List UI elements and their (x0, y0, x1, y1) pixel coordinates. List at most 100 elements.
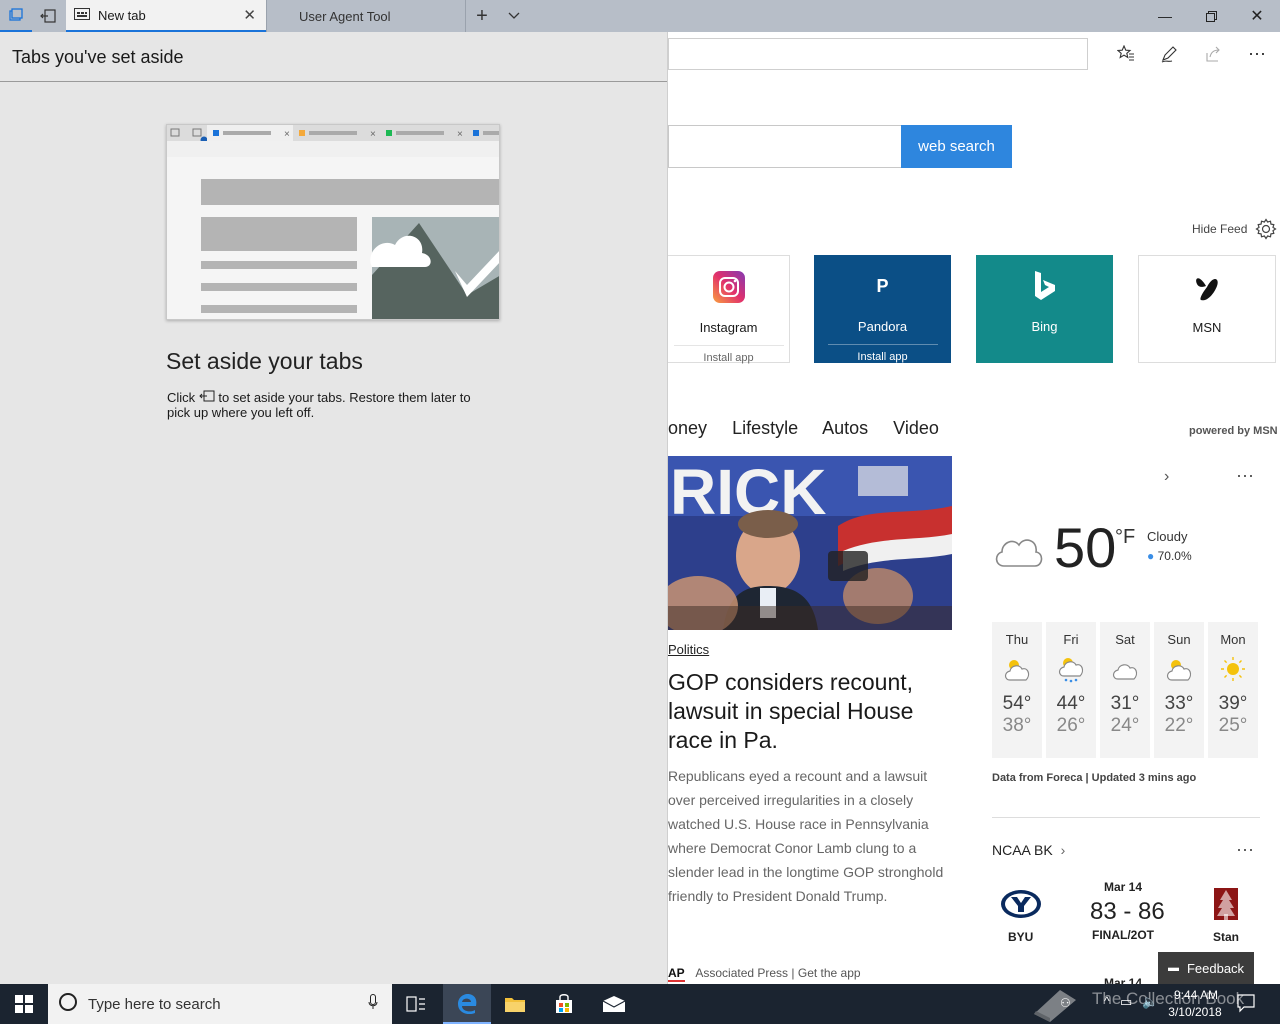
share-icon[interactable] (1196, 40, 1230, 68)
notifications-icon[interactable] (1236, 992, 1256, 1019)
humidity: ● 70.0% (1147, 549, 1192, 563)
tab-new-tab[interactable]: New tab ✕ (66, 0, 266, 32)
divider (992, 817, 1260, 818)
forecast-low: 26° (1056, 715, 1086, 736)
forecast-day: Mon 39° 25° (1208, 622, 1258, 758)
people-icon[interactable]: ⚇ (1060, 996, 1071, 1010)
tile-name: Pandora (857, 319, 908, 334)
forecast-low: 25° (1218, 715, 1248, 736)
forecast-high: 39° (1218, 693, 1248, 714)
windows-start-icon[interactable] (0, 984, 48, 1024)
edge-icon[interactable] (443, 984, 491, 1024)
bing-icon (1033, 271, 1057, 301)
forecast-high: 33° (1164, 693, 1194, 714)
hide-feed-link[interactable]: Hide Feed (1192, 222, 1247, 236)
tile-name: Bing (1031, 319, 1058, 334)
taskbar: Type here to search The Collection Book … (0, 984, 1280, 1024)
tab-user-agent-tool[interactable]: User Agent Tool (266, 0, 466, 32)
new-tab-page-icon (74, 7, 90, 23)
microphone-icon[interactable] (368, 994, 378, 1014)
category-lifestyle[interactable]: Lifestyle (732, 418, 798, 438)
pen-icon[interactable] (1152, 40, 1186, 68)
tab-label: New tab (98, 7, 146, 23)
close-window-button[interactable]: ✕ (1234, 0, 1280, 32)
more-options-icon[interactable]: ⋯ (1240, 40, 1274, 68)
game-date: Mar 14 (1104, 880, 1143, 894)
chevron-right-icon[interactable]: › (1164, 468, 1169, 486)
favorites-icon[interactable] (1109, 40, 1143, 68)
news-category-link[interactable]: Politics (668, 642, 709, 657)
news-card[interactable]: RICK Politics GOP considers recount, law… (668, 456, 952, 984)
set-aside-tabs-icon[interactable] (32, 0, 64, 32)
cloud-icon (1100, 655, 1150, 683)
forecast-day: Sat 31° 24° (1100, 622, 1150, 758)
weather-card: › ⋯ 50 °F Cloudy ● 70.0% Thu 54° 38° Fri… (976, 456, 1280, 990)
tabs-set-aside-pane: Tabs you've set aside × × × Set aside yo… (0, 32, 668, 984)
game-status: FINAL/2OT (1092, 928, 1154, 942)
weather-source: Data from Foreca | Updated 3 mins ago (992, 772, 1197, 784)
close-tab-icon[interactable]: ✕ (243, 6, 256, 24)
tile-msn[interactable]: MSN (1138, 255, 1276, 363)
tile-instagram[interactable]: Instagram Install app (668, 255, 790, 364)
restore-button[interactable] (1188, 0, 1234, 32)
sun-cloud-icon (992, 655, 1042, 683)
forecast-low: 38° (1002, 715, 1032, 736)
store-icon[interactable] (540, 984, 588, 1024)
sports-league-link[interactable]: NCAA BK › (992, 842, 1065, 858)
tab-label: User Agent Tool (299, 8, 391, 24)
address-bar[interactable] (668, 38, 1088, 70)
taskbar-search-box[interactable]: Type here to search (48, 984, 392, 1024)
tile-pandora[interactable]: P Pandora Install app (814, 255, 951, 363)
tabs-aside-icon[interactable] (0, 0, 32, 32)
new-tab-plus-icon[interactable]: + (466, 0, 498, 32)
minimize-button[interactable]: — (1142, 0, 1188, 32)
forecast-day: Fri 44° 26° (1046, 622, 1096, 758)
more-options-icon[interactable]: ⋯ (1236, 466, 1254, 487)
install-app-link[interactable]: Install app (827, 344, 938, 363)
pane-header: Tabs you've set aside (0, 32, 667, 82)
clock-time[interactable]: 9:44 AM (1170, 988, 1222, 1002)
mail-icon[interactable] (590, 984, 638, 1024)
weather-condition: Cloudy (1147, 529, 1188, 544)
web-search-input[interactable] (668, 125, 902, 168)
news-headline[interactable]: GOP considers recount, lawsuit in specia… (668, 668, 948, 755)
forecast-high: 31° (1110, 693, 1140, 714)
task-view-icon[interactable] (392, 984, 440, 1024)
gear-icon[interactable] (1255, 218, 1277, 246)
powered-by-msn: powered by MSN (1189, 425, 1278, 437)
rain-cloud-icon (1046, 655, 1096, 683)
more-options-icon[interactable]: ⋯ (1236, 840, 1254, 861)
category-video[interactable]: Video (893, 418, 939, 438)
file-explorer-icon[interactable] (491, 984, 539, 1024)
ap-logo: AP (668, 966, 685, 982)
get-app-link[interactable]: | Get the app (791, 966, 860, 980)
forecast-high: 44° (1056, 693, 1086, 714)
temp-unit: °F (1115, 526, 1136, 548)
set-aside-tabs-icon (199, 390, 219, 405)
cortana-circle-icon (58, 992, 78, 1016)
league-name: NCAA BK (992, 842, 1053, 858)
category-autos[interactable]: Autos (822, 418, 868, 438)
web-search-button[interactable]: web search (901, 125, 1012, 168)
feedback-button[interactable]: ▬ Feedback (1158, 952, 1254, 984)
news-source-name: Associated Press (695, 966, 789, 980)
msn-butterfly-icon (1193, 272, 1221, 302)
chevron-down-icon[interactable] (498, 0, 530, 32)
droplet-icon: ● (1147, 549, 1155, 563)
byu-logo-icon (1000, 888, 1042, 925)
show-hidden-icons-icon[interactable]: ^ (1104, 994, 1110, 1008)
category-money[interactable]: oney (668, 418, 707, 438)
forecast-low: 24° (1110, 715, 1140, 736)
tile-bing[interactable]: Bing (976, 255, 1113, 363)
news-image[interactable]: RICK (668, 456, 952, 630)
instagram-icon (712, 271, 745, 303)
svg-text:×: × (370, 129, 376, 140)
volume-icon[interactable]: 🔈 (1142, 994, 1158, 1010)
install-app-link[interactable]: Install app (673, 345, 784, 364)
network-icon[interactable]: ▭ (1120, 994, 1132, 1010)
current-temp: 50 (1054, 516, 1117, 579)
tile-name: MSN (1192, 320, 1222, 335)
pandora-icon: P (876, 275, 889, 296)
tile-name: Instagram (699, 320, 758, 335)
clock-date[interactable]: 3/10/2018 (1166, 1005, 1224, 1019)
